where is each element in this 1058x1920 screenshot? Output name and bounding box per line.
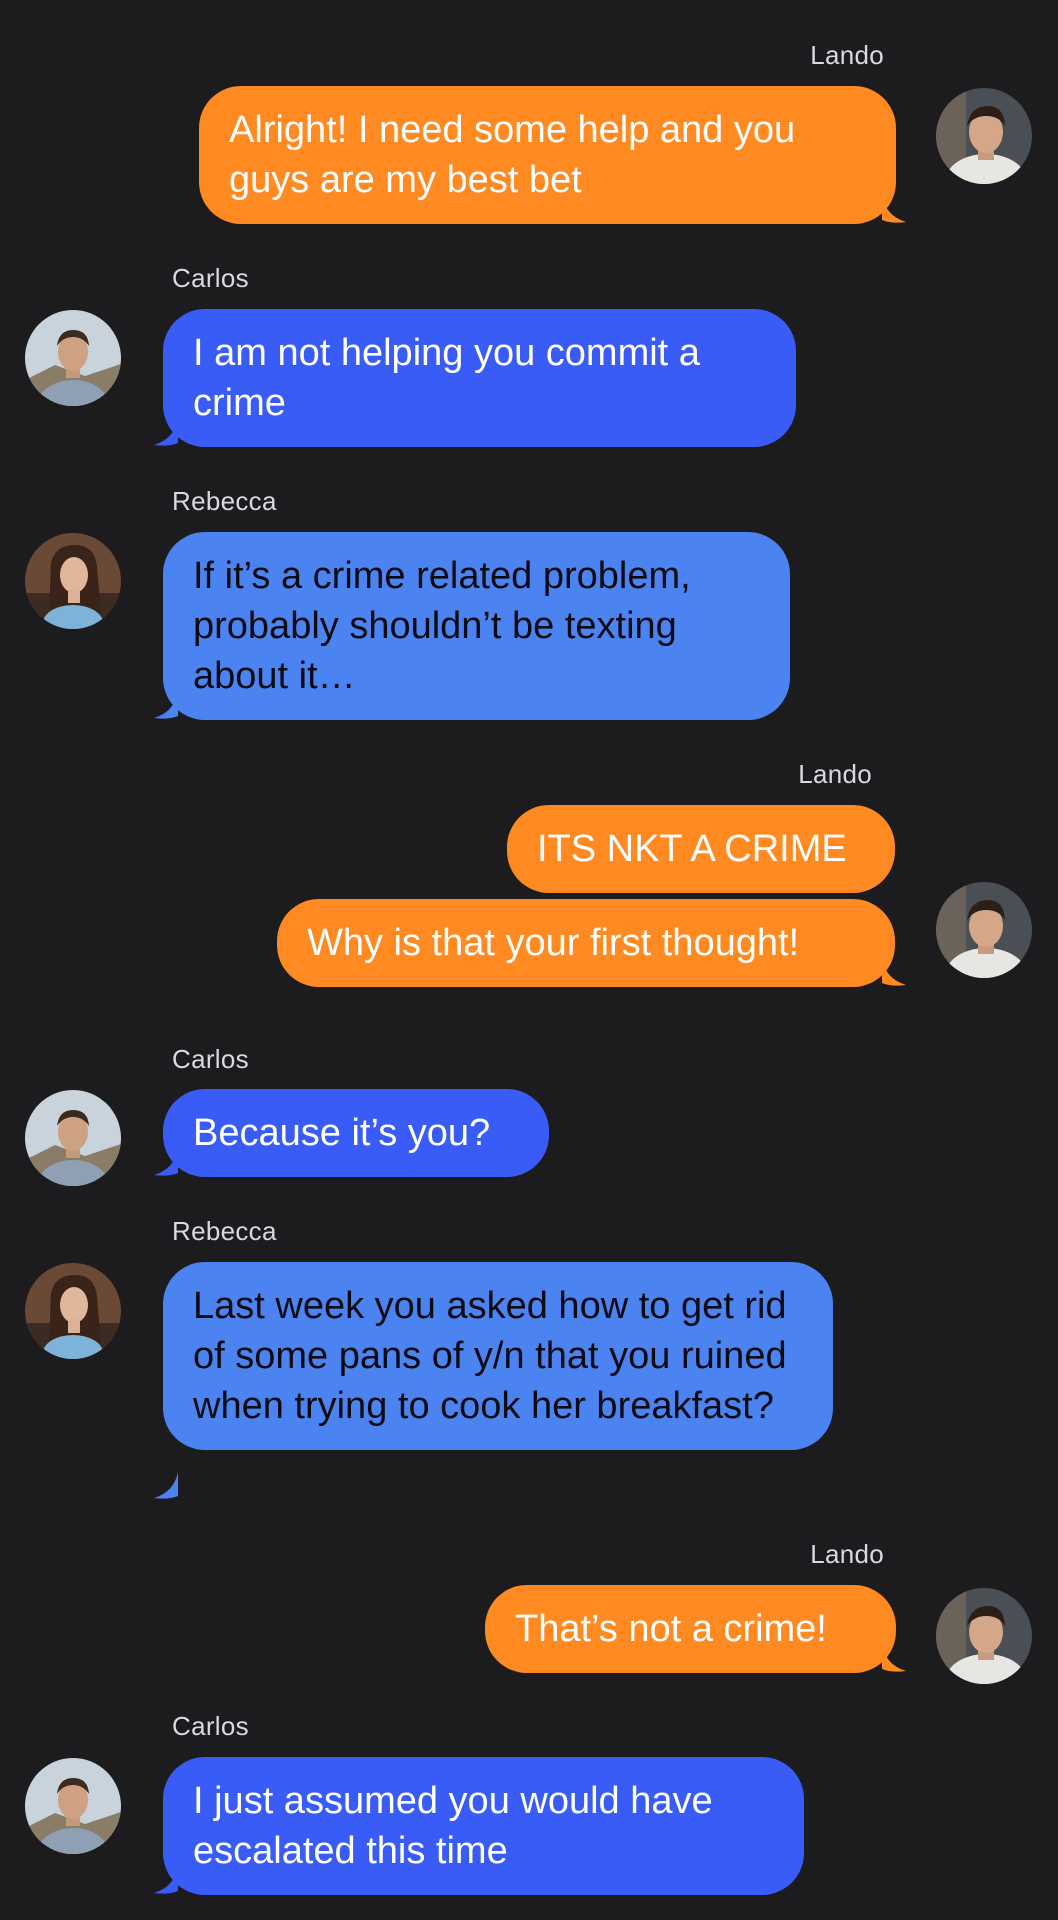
message-bubble[interactable]: Alright! I need some help and you guys a… [199, 86, 896, 224]
sender-name: Lando [798, 759, 872, 789]
avatar-lando[interactable] [936, 88, 1032, 184]
avatar-rebecca[interactable] [25, 1263, 121, 1359]
bubble-tail [154, 692, 178, 719]
message-bubble[interactable]: If it’s a crime related problem, probabl… [163, 532, 790, 720]
message-bubble[interactable]: I just assumed you would have escalated … [163, 1757, 804, 1895]
sender-name: Lando [810, 40, 884, 70]
bubble-tail [882, 959, 906, 986]
sender-name: Carlos [172, 263, 249, 293]
sender-name: Lando [810, 1539, 884, 1569]
bubble-tail [882, 1645, 906, 1672]
avatar-carlos[interactable] [25, 310, 121, 406]
sender-name: Carlos [172, 1711, 249, 1741]
bubble-tail [154, 1867, 178, 1894]
avatar-lando[interactable] [936, 882, 1032, 978]
message-bubble[interactable]: ITS NKT A CRIME [507, 805, 895, 893]
message-bubble[interactable]: Because it’s you? [163, 1089, 549, 1177]
avatar-rebecca[interactable] [25, 533, 121, 629]
message-bubble[interactable]: I am not helping you commit a crime [163, 309, 796, 447]
message-bubble[interactable]: That’s not a crime! [485, 1585, 896, 1673]
bubble-tail [154, 1149, 178, 1176]
sender-name: Carlos [172, 1044, 249, 1074]
message-bubble[interactable]: Last week you asked how to get rid of so… [163, 1262, 833, 1450]
bubble-tail [882, 196, 906, 223]
bubble-tail [154, 419, 178, 446]
avatar-carlos[interactable] [25, 1090, 121, 1186]
bubble-tail [154, 1472, 178, 1499]
message-bubble[interactable]: Why is that your first thought! [277, 899, 895, 987]
sender-name: Rebecca [172, 486, 277, 516]
avatar-lando[interactable] [936, 1588, 1032, 1684]
sender-name: Rebecca [172, 1216, 277, 1246]
avatar-carlos[interactable] [25, 1758, 121, 1854]
